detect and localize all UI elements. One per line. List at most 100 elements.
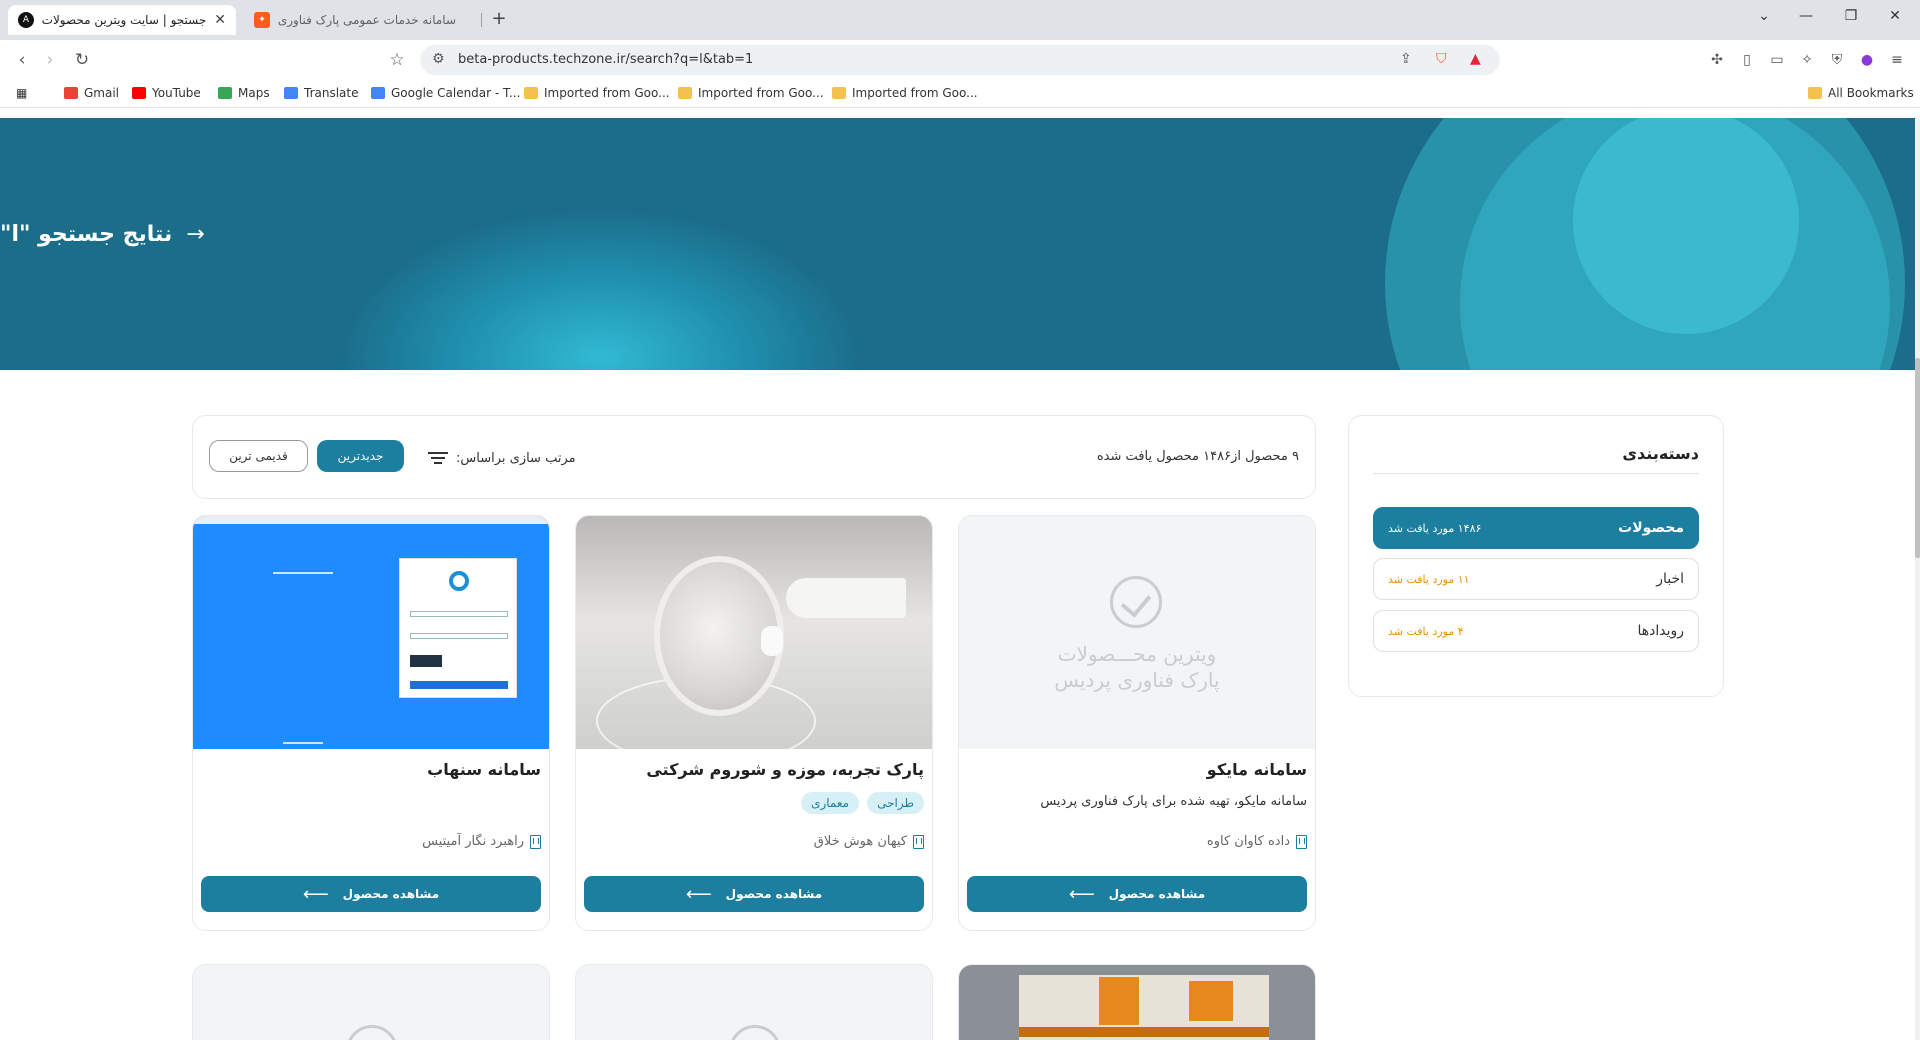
new-tab-icon[interactable]: + <box>488 8 510 30</box>
product-image <box>576 516 932 766</box>
tab-favicon-icon: ✦ <box>254 12 270 28</box>
menu-icon[interactable]: ≡ <box>1888 51 1906 69</box>
translate-icon <box>284 87 298 99</box>
building-icon <box>913 834 924 849</box>
product-card[interactable]: سامانه سنهاب راهبرد نگار آمیتیس مشاهده م… <box>192 515 550 931</box>
tab-search-dropdown-icon[interactable]: ⌄ <box>1753 8 1775 24</box>
extensions-icon[interactable]: ✣ <box>1708 51 1726 69</box>
all-bookmarks[interactable]: All Bookmarks <box>1808 86 1914 100</box>
tag-badge[interactable]: معماری <box>801 792 860 814</box>
bookmark-youtube[interactable]: YouTube <box>132 86 201 100</box>
site-info-icon[interactable]: ⚙ <box>432 51 445 67</box>
folder-icon <box>524 87 538 99</box>
reload-icon[interactable]: ↻ <box>70 48 94 72</box>
category-events[interactable]: رویدادها ۴ مورد یافت شد <box>1373 610 1699 652</box>
screenshot-logo-icon <box>449 571 469 591</box>
arrow-left-icon: ⟵ <box>1068 883 1095 905</box>
results-toolbar: ۹ محصول از۱۴۸۶ محصول یافت شده مرتب سازی … <box>192 415 1316 499</box>
category-count: ۱۴۸۶ مورد یافت شد <box>1388 521 1482 535</box>
arrow-left-icon: ⟵ <box>685 883 712 905</box>
screenshot-text <box>273 572 333 574</box>
wallet-icon[interactable]: ▭ <box>1768 51 1786 69</box>
youtube-icon <box>132 87 146 99</box>
building-icon <box>530 834 541 849</box>
bookmark-gmail[interactable]: Gmail <box>64 86 119 100</box>
product-title[interactable]: سامانه مایکو <box>1207 760 1307 779</box>
category-count: ۴ مورد یافت شد <box>1388 624 1464 638</box>
bookmark-calendar[interactable]: Google Calendar - T... <box>371 86 520 100</box>
minimize-icon[interactable]: — <box>1795 8 1817 24</box>
product-company: راهبرد نگار آمیتیس <box>422 834 541 849</box>
sort-oldest-button[interactable]: قدیمی ترین <box>209 440 308 472</box>
company-name: داده کاوان کاوه <box>1206 834 1290 849</box>
showcase-logo-icon <box>346 1025 398 1040</box>
bookmark-label: Maps <box>238 86 270 100</box>
folder-icon <box>678 87 692 99</box>
forward-icon[interactable]: › <box>38 48 62 72</box>
bookmark-label: Translate <box>304 86 359 100</box>
product-card[interactable] <box>192 964 550 1040</box>
screenshot-field <box>410 633 508 639</box>
share-icon[interactable]: ⇪ <box>1400 51 1412 67</box>
category-name: اخبار <box>1656 571 1684 587</box>
calendar-icon <box>371 87 385 99</box>
apps-icon[interactable]: ▦ <box>16 86 27 100</box>
bookmark-label: Imported from Goo... <box>698 86 824 100</box>
tab-services[interactable]: ✦ سامانه خدمات عمومی پارک فناوری پر <box>244 5 474 35</box>
product-card[interactable] <box>958 964 1316 1040</box>
view-product-button[interactable]: مشاهده محصول ⟵ <box>967 876 1307 912</box>
product-card[interactable]: پارک تجربه، موزه و شوروم شرکتی طراحی معم… <box>575 515 933 931</box>
arrow-left-icon: ⟵ <box>302 883 329 905</box>
tab-separator <box>481 13 482 27</box>
leo-ai-icon[interactable]: ✧ <box>1798 51 1816 69</box>
bookmark-label: Imported from Goo... <box>852 86 978 100</box>
folder-icon <box>832 87 846 99</box>
brave-rewards-icon[interactable]: ▲ <box>1470 51 1481 67</box>
scrollbar-thumb[interactable] <box>1915 358 1920 558</box>
browser-tab-bar: A جستجو | سایت ویترین محصولات ✕ ✦ سامانه… <box>0 0 1920 40</box>
bookmark-label: Google Calendar - T... <box>391 86 521 100</box>
category-news[interactable]: اخبار ۱۱ مورد یافت شد <box>1373 558 1699 600</box>
product-tags: طراحی معماری <box>801 792 924 814</box>
category-products[interactable]: محصولات ۱۴۸۶ مورد یافت شد <box>1373 507 1699 549</box>
bookmark-folder-3[interactable]: Imported from Goo... <box>832 86 978 100</box>
category-count: ۱۱ مورد یافت شد <box>1388 572 1470 586</box>
results-count: ۹ محصول از۱۴۸۶ محصول یافت شده <box>1096 449 1299 464</box>
photo-booth-counter <box>1019 1027 1269 1037</box>
bookmark-page-icon[interactable]: ☆ <box>385 48 409 72</box>
bookmark-folder-1[interactable]: Imported from Goo... <box>524 86 670 100</box>
product-title[interactable]: پارک تجربه، موزه و شوروم شرکتی <box>646 760 924 779</box>
address-bar[interactable]: ⚙ beta-products.techzone.ir/search?q=l&t… <box>420 45 1500 75</box>
all-bookmarks-label: All Bookmarks <box>1828 86 1914 100</box>
tab-search[interactable]: A جستجو | سایت ویترین محصولات ✕ <box>8 5 236 35</box>
photo-arm <box>786 578 906 618</box>
bookmark-translate[interactable]: Translate <box>284 86 359 100</box>
tag-badge[interactable]: طراحی <box>867 792 924 814</box>
tab-title: جستجو | سایت ویترین محصولات <box>42 13 207 27</box>
product-card[interactable]: ویترین محـــصولات پارک فناوری پردیس ساما… <box>958 515 1316 931</box>
view-product-button[interactable]: مشاهده محصول ⟵ <box>584 876 924 912</box>
categories-title: دسته‌بندی <box>1622 444 1699 463</box>
product-title[interactable]: سامانه سنهاب <box>427 760 541 779</box>
view-product-button[interactable]: مشاهده محصول ⟵ <box>201 876 541 912</box>
product-card[interactable] <box>575 964 933 1040</box>
bookmark-maps[interactable]: Maps <box>218 86 270 100</box>
vpn-icon[interactable]: ⛨ <box>1828 51 1846 69</box>
back-arrow-icon[interactable]: → <box>186 222 204 247</box>
brave-shields-icon[interactable]: ⛉ <box>1436 51 1447 67</box>
screenshot-login-panel <box>399 558 517 698</box>
category-name: محصولات <box>1618 520 1684 536</box>
bookmark-folder-2[interactable]: Imported from Goo... <box>678 86 824 100</box>
close-window-icon[interactable]: ✕ <box>1884 8 1906 24</box>
sidebar-icon[interactable]: ▯ <box>1738 51 1756 69</box>
tab-title: سامانه خدمات عمومی پارک فناوری پر <box>278 13 456 27</box>
restore-icon[interactable]: ❐ <box>1840 8 1862 24</box>
sort-icon <box>428 449 448 467</box>
sort-label: مرتب سازی براساس: <box>428 449 576 467</box>
bookmark-label: Gmail <box>84 86 120 100</box>
sort-newest-button[interactable]: جدیدترین <box>317 440 404 472</box>
back-icon[interactable]: ‹ <box>10 48 34 72</box>
profile-icon[interactable]: ● <box>1858 51 1876 69</box>
page-scrollbar[interactable] <box>1915 118 1920 1040</box>
close-tab-icon[interactable]: ✕ <box>214 12 226 28</box>
